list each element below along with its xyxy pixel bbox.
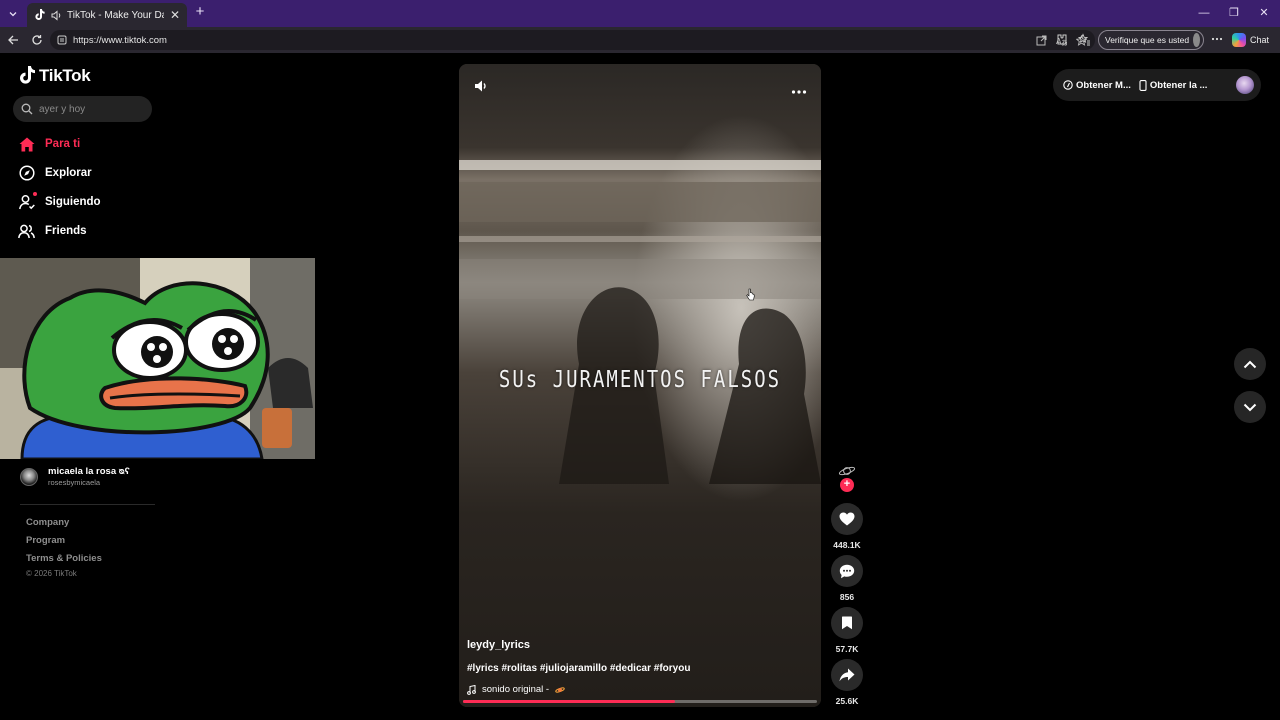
more-menu-icon[interactable]: [1210, 32, 1224, 46]
tiktok-logo-icon: [20, 66, 35, 84]
mouse-cursor-icon: [746, 288, 755, 301]
sidebar-divider: [20, 504, 155, 505]
tiktok-favicon-icon: [33, 9, 45, 21]
copilot-icon: [1232, 33, 1246, 47]
user-follow-icon: [18, 191, 37, 211]
tab-audio-icon[interactable]: [50, 9, 62, 21]
share-arrow-icon: [839, 668, 855, 682]
account-name: micaela la rosa ᴓʕ: [48, 466, 130, 477]
search-placeholder: ayer y hoy: [39, 103, 86, 115]
tab-close-icon[interactable]: ✕: [169, 8, 181, 22]
comment-count: 856: [839, 592, 855, 602]
phone-icon: [1139, 79, 1147, 91]
footer-link-program[interactable]: Program: [26, 535, 65, 546]
get-app-label: Obtener la ...: [1149, 79, 1208, 91]
video-more-options-icon[interactable]: [791, 82, 807, 94]
profile-avatar: [1193, 33, 1200, 47]
save-button[interactable]: [831, 607, 863, 639]
save-count: 57.7K: [835, 644, 859, 654]
follow-plus-button[interactable]: +: [840, 478, 854, 492]
home-icon: [18, 136, 35, 153]
comment-button[interactable]: [831, 555, 863, 587]
profile-verify-button[interactable]: Verifique que es usted: [1098, 30, 1204, 50]
pepe-frog-image: [0, 258, 315, 459]
restore-icon[interactable]: ❐: [1226, 5, 1242, 21]
extensions-icon[interactable]: [1054, 32, 1068, 46]
nav-label: Para ti: [45, 138, 81, 150]
comment-icon: [839, 564, 855, 578]
footer-link-terms[interactable]: Terms & Policies: [26, 553, 102, 564]
get-coins-button[interactable]: Obtener M...: [1063, 80, 1131, 91]
like-count: 448.1K: [833, 540, 861, 550]
nav-label: Friends: [45, 225, 87, 237]
copyright-text: © 2026 TikTok: [26, 569, 77, 578]
site-info-icon[interactable]: [56, 35, 67, 46]
share-count: 25.6K: [835, 696, 859, 706]
get-coins-label: Obtener M...: [1076, 79, 1131, 91]
chat-label: Chat: [1250, 35, 1270, 45]
progress-fill: [463, 700, 676, 703]
url-bar[interactable]: https://www.tiktok.com Aあ: [50, 30, 1095, 50]
nav-item-siguiendo[interactable]: Siguiendo: [18, 191, 101, 212]
music-label: sonido original -: [482, 684, 550, 695]
nav-label: Siguiendo: [45, 196, 101, 208]
music-note-icon: [467, 684, 476, 695]
notification-dot: [33, 191, 37, 196]
volume-icon[interactable]: [473, 78, 489, 94]
friends-icon: [18, 223, 35, 240]
search-icon: [21, 103, 33, 115]
back-arrow-icon[interactable]: [5, 32, 21, 48]
share-button[interactable]: [831, 659, 863, 691]
new-tab-button[interactable]: +: [192, 4, 208, 21]
chevron-up-icon: [1243, 360, 1257, 368]
copilot-chat-button[interactable]: Chat: [1232, 30, 1276, 50]
user-avatar[interactable]: [1236, 76, 1254, 94]
tiktok-logo[interactable]: TikTok: [18, 66, 91, 86]
heart-icon: [839, 512, 855, 526]
bookmark-icon: [842, 616, 852, 630]
get-app-button[interactable]: Obtener la ...: [1139, 79, 1208, 91]
search-input[interactable]: ayer y hoy: [13, 96, 152, 122]
webcam-overlay-pepe: [0, 258, 315, 459]
nav-item-para-ti[interactable]: Para ti: [18, 134, 80, 154]
previous-video-button[interactable]: [1234, 348, 1266, 380]
nav-item-friends[interactable]: Friends: [18, 221, 87, 241]
planet-emoji-icon: [555, 686, 565, 693]
creator-planet-icon: [838, 466, 856, 476]
video-overlay-lyric: SUs JURAMENTOS FALSOS: [498, 366, 782, 394]
like-button[interactable]: [831, 503, 863, 535]
video-caption[interactable]: #lyrics #rolitas #juliojaramillo #dedica…: [467, 663, 690, 674]
window-close-icon[interactable]: ✕: [1256, 5, 1272, 21]
chevron-down-icon: [1243, 403, 1257, 411]
tiktok-page: TikTok ayer y hoy Para ti Explorar Sigui…: [0, 53, 1280, 720]
browser-tab[interactable]: TikTok - Make Your Day ✕: [27, 3, 187, 27]
verify-label: Verifique que es usted: [1105, 35, 1190, 45]
video-music[interactable]: sonido original -: [467, 684, 565, 695]
favorites-collection-icon[interactable]: [1077, 32, 1091, 46]
account-avatar: [20, 467, 38, 486]
tab-title: TikTok - Make Your Day: [67, 9, 164, 21]
video-player[interactable]: SUs JURAMENTOS FALSOS leydy_lyrics #lyri…: [459, 64, 821, 707]
coin-icon: [1063, 80, 1073, 90]
address-toolbar: https://www.tiktok.com Aあ Verifique que …: [0, 27, 1280, 53]
nav-item-explorar[interactable]: Explorar: [18, 163, 92, 183]
tab-list-chevron-icon[interactable]: [4, 5, 22, 23]
account-handle: rosesbymicaela: [48, 478, 101, 487]
compass-icon: [18, 165, 35, 182]
reload-icon[interactable]: [29, 32, 45, 48]
nav-label: Explorar: [45, 167, 92, 179]
top-right-actions: Obtener M... Obtener la ...: [1053, 69, 1261, 101]
footer-link-company[interactable]: Company: [26, 517, 69, 528]
video-author[interactable]: leydy_lyrics: [467, 639, 530, 651]
following-account-item[interactable]: micaela la rosa ᴓʕ rosesbymicaela: [20, 466, 130, 487]
browser-tab-bar: TikTok - Make Your Day ✕ + — ❐ ✕: [0, 0, 1280, 27]
logo-text: TikTok: [39, 66, 91, 85]
url-text[interactable]: https://www.tiktok.com: [73, 35, 1030, 46]
open-in-app-icon[interactable]: [1036, 35, 1047, 46]
minimize-icon[interactable]: —: [1196, 5, 1212, 21]
video-progress-bar[interactable]: [463, 700, 817, 703]
next-video-button[interactable]: [1234, 391, 1266, 423]
